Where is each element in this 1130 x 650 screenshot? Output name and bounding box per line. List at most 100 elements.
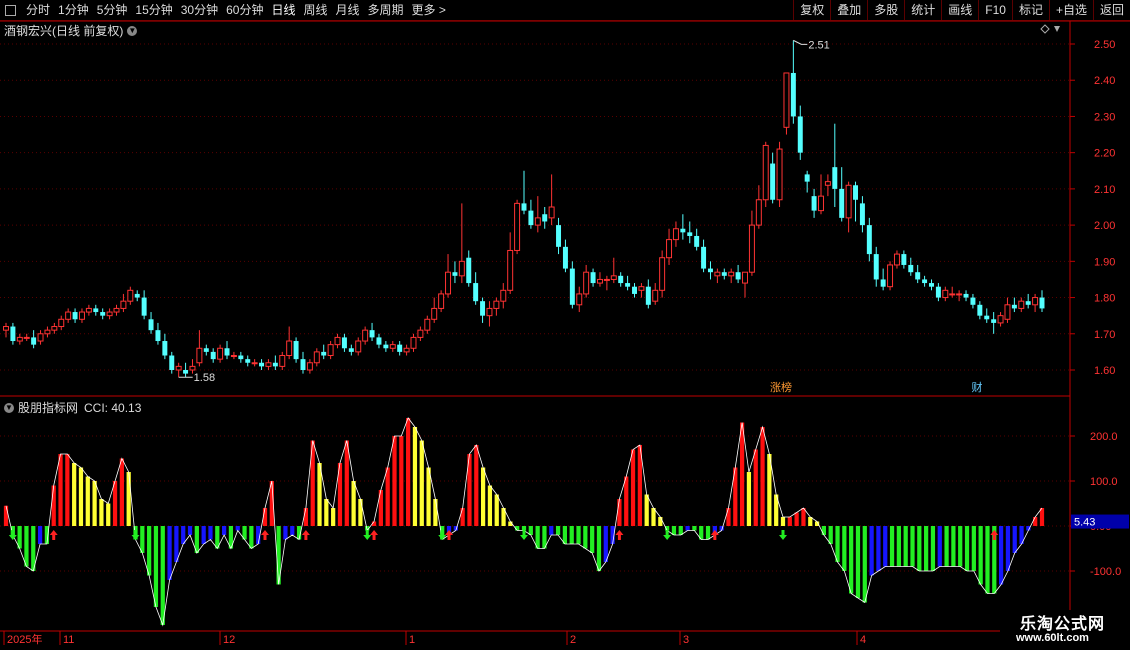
candle-body bbox=[590, 272, 596, 284]
cci-bar bbox=[324, 499, 329, 526]
cci-bar bbox=[964, 526, 970, 571]
candle-body bbox=[362, 329, 369, 342]
annotation-low-label: 1.58 bbox=[194, 372, 215, 384]
candle-body bbox=[403, 347, 410, 353]
candle bbox=[776, 141, 783, 207]
candle-body bbox=[369, 330, 375, 338]
candle-body bbox=[632, 286, 637, 294]
cci-bar bbox=[842, 526, 847, 571]
candle-body bbox=[949, 293, 956, 296]
candle-body bbox=[51, 326, 58, 331]
cci-bar bbox=[51, 485, 56, 526]
cci-bar bbox=[924, 526, 929, 571]
candle-body bbox=[984, 315, 990, 320]
price-tick-label: 2.50 bbox=[1094, 39, 1115, 51]
candle-body bbox=[997, 315, 1004, 324]
cci-bar bbox=[521, 526, 527, 531]
candle bbox=[707, 261, 713, 280]
candle-body bbox=[845, 184, 852, 219]
buy-arrow-icon bbox=[370, 530, 379, 540]
buy-arrow-icon bbox=[990, 530, 999, 540]
candle-body bbox=[230, 355, 237, 358]
candle-body bbox=[680, 228, 686, 233]
cci-bar bbox=[903, 526, 908, 567]
candle-body bbox=[272, 362, 278, 367]
sell-arrow-icon bbox=[663, 530, 672, 540]
candle-body bbox=[866, 225, 872, 255]
candle bbox=[259, 359, 265, 370]
cci-bar bbox=[705, 526, 711, 540]
candle bbox=[10, 322, 16, 345]
candle-body bbox=[175, 365, 182, 371]
cci-bar bbox=[487, 485, 493, 526]
chart-canvas[interactable]: 2.51 1.58 涨榜 财 1.60 1.70 1.80 1.90 2.00 2.10 2.20… bbox=[0, 0, 1130, 650]
candle-body bbox=[873, 254, 879, 280]
candle-body bbox=[327, 344, 334, 357]
candle-body bbox=[424, 318, 431, 331]
candle-body bbox=[183, 370, 189, 374]
cci-bar bbox=[201, 526, 206, 544]
cci-bar bbox=[596, 526, 602, 571]
diamond-icon bbox=[1040, 24, 1050, 34]
candle-body bbox=[1004, 304, 1011, 320]
cci-bar bbox=[787, 517, 792, 526]
candle bbox=[106, 308, 113, 320]
candle-body bbox=[72, 312, 78, 320]
cci-bar bbox=[358, 499, 363, 526]
candle bbox=[293, 337, 299, 363]
cci-bar bbox=[658, 517, 663, 526]
candle-body bbox=[259, 362, 265, 367]
candle bbox=[845, 181, 852, 233]
candle bbox=[694, 228, 700, 251]
candle bbox=[376, 333, 382, 349]
candle bbox=[853, 181, 859, 222]
candle-body bbox=[839, 188, 845, 218]
candle-body bbox=[376, 337, 382, 345]
candle bbox=[500, 283, 507, 309]
candle bbox=[100, 308, 106, 320]
candle bbox=[762, 141, 769, 207]
candle bbox=[755, 185, 762, 229]
cci-bar bbox=[290, 526, 295, 535]
candle bbox=[51, 322, 58, 334]
cci-bar bbox=[1039, 508, 1045, 526]
cci-bar bbox=[896, 526, 901, 567]
candle-body bbox=[707, 268, 713, 273]
price-tick-label: 1.60 bbox=[1094, 365, 1115, 377]
cci-bar bbox=[624, 476, 629, 526]
cci-bar bbox=[78, 467, 84, 526]
candle-body bbox=[893, 253, 900, 266]
cci-bar bbox=[569, 526, 574, 544]
candle bbox=[714, 268, 721, 284]
cci-bar bbox=[72, 463, 77, 526]
candle bbox=[625, 275, 631, 291]
candle-body bbox=[1011, 304, 1017, 309]
candle bbox=[452, 261, 458, 284]
candle-body bbox=[659, 257, 666, 291]
candle-body bbox=[638, 286, 645, 291]
candle bbox=[893, 250, 900, 269]
candle-body bbox=[500, 289, 507, 302]
candle-body bbox=[148, 319, 154, 331]
cci-bar bbox=[181, 526, 186, 544]
cci-bar bbox=[685, 526, 690, 531]
candle bbox=[403, 344, 410, 356]
cci-bar bbox=[555, 526, 561, 535]
candle bbox=[397, 341, 403, 356]
candle-body bbox=[16, 336, 23, 342]
candle-body bbox=[445, 271, 452, 295]
cci-bar bbox=[910, 526, 915, 567]
candle-body bbox=[770, 163, 776, 200]
watermark: 乐淘公式网 www.60lt.com bbox=[1000, 610, 1130, 650]
candle bbox=[832, 123, 838, 207]
price-tick-label: 2.30 bbox=[1094, 111, 1115, 123]
candle-body bbox=[956, 293, 963, 296]
cci-bar bbox=[1012, 526, 1017, 553]
tag-label: 涨榜 bbox=[770, 380, 792, 394]
candle bbox=[203, 344, 209, 356]
candle bbox=[44, 326, 51, 338]
cci-bar bbox=[644, 494, 649, 526]
candle bbox=[576, 286, 583, 313]
candle bbox=[659, 250, 666, 298]
cci-bar bbox=[235, 526, 240, 531]
